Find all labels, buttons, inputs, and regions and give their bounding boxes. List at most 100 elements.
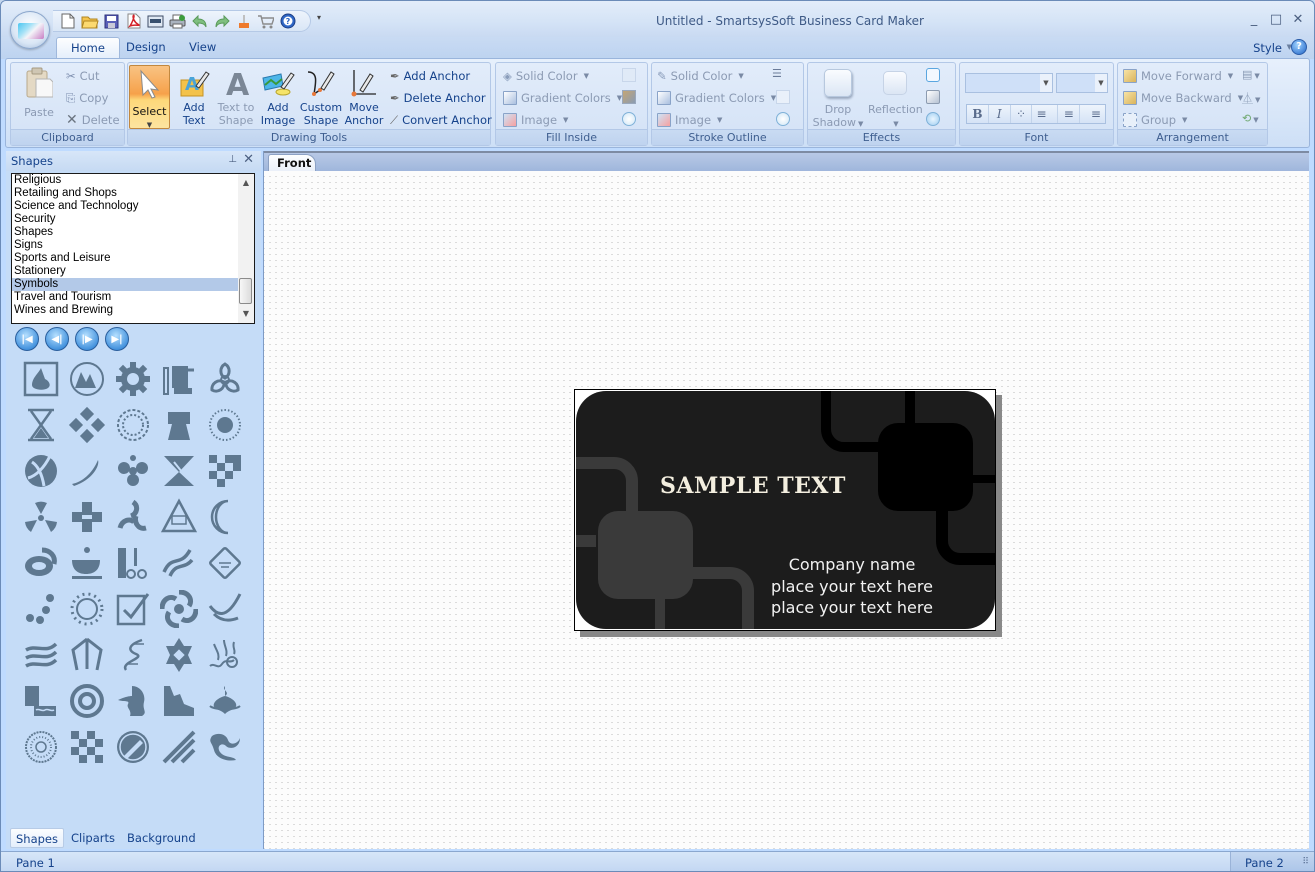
stroke-image-button[interactable]: Image ▼ — [657, 110, 722, 130]
category-item[interactable]: Security — [12, 213, 238, 226]
framed-pear-shape-icon[interactable] — [18, 356, 64, 402]
category-item[interactable]: Wines and Brewing — [12, 304, 238, 317]
shape-glow-button[interactable] — [926, 112, 940, 126]
reflection-button[interactable]: Reflection ▼ — [868, 65, 923, 129]
sunburst-shape-icon[interactable] — [202, 402, 248, 448]
business-card[interactable]: SAMPLE TEXT Company name place your text… — [576, 391, 995, 629]
arrow-arch-shape-icon[interactable] — [64, 632, 110, 678]
pottery-shape-icon[interactable] — [18, 678, 64, 724]
vortex-shape-icon[interactable] — [156, 586, 202, 632]
category-list[interactable]: Religious Retailing and Shops Science and … — [11, 173, 255, 324]
dragon-shape-icon[interactable] — [202, 724, 248, 770]
crescent-shape-icon[interactable] — [202, 494, 248, 540]
radiation-shape-icon[interactable] — [18, 494, 64, 540]
category-item[interactable]: Signs — [12, 239, 238, 252]
tab-cliparts[interactable]: Cliparts — [66, 828, 120, 848]
group-button[interactable]: Group ▼ — [1123, 110, 1187, 130]
sword-shape-icon[interactable] — [64, 448, 110, 494]
card-body-text[interactable]: Company name place your text here place … — [762, 554, 942, 619]
checkerboard-shape-icon[interactable] — [64, 724, 110, 770]
minimize-button[interactable]: _ — [1244, 11, 1264, 29]
stroke-solid-color-button[interactable]: ✎ Solid Color ▼ — [657, 66, 744, 86]
ring-swirl-shape-icon[interactable] — [18, 540, 64, 586]
tribal-face-shape-icon[interactable] — [202, 632, 248, 678]
maximize-button[interactable]: □ — [1266, 11, 1286, 29]
biohazard-shape-icon[interactable] — [202, 356, 248, 402]
silhouette-shape-icon[interactable] — [156, 678, 202, 724]
fill-opacity-button[interactable] — [622, 112, 636, 126]
tab-view[interactable]: View — [175, 37, 230, 59]
style-menu[interactable]: Style — [1253, 41, 1282, 55]
delete-anchor-button[interactable]: ✒ Delete Anchor — [390, 88, 486, 108]
align-center-button[interactable]: ≡ — [1058, 105, 1081, 123]
font-family-select[interactable]: ▼ — [965, 73, 1053, 93]
fist-tower-shape-icon[interactable] — [156, 402, 202, 448]
fill-image-button[interactable]: Image ▼ — [503, 110, 568, 130]
close-panel-icon[interactable]: ✕ — [243, 152, 254, 167]
copy-button[interactable]: ⎘ Copy — [66, 88, 108, 108]
close-button[interactable]: ✕ — [1288, 11, 1308, 29]
swoosh-ball-shape-icon[interactable] — [18, 448, 64, 494]
previous-page-button[interactable]: ◀| — [45, 327, 69, 351]
category-item[interactable]: Sports and Leisure — [12, 252, 238, 265]
book-diamond-shape-icon[interactable] — [202, 540, 248, 586]
tab-design[interactable]: Design — [112, 37, 180, 59]
font-size-select[interactable]: ▼ — [1056, 73, 1108, 93]
scroll-thumb[interactable] — [239, 278, 252, 304]
add-text-button[interactable]: A Add Text — [172, 65, 216, 129]
mountain-circle-shape-icon[interactable] — [64, 356, 110, 402]
triangle-emblem-shape-icon[interactable] — [156, 494, 202, 540]
check-swoosh-shape-icon[interactable] — [202, 586, 248, 632]
move-forward-button[interactable]: Move Forward ▼ — [1123, 66, 1233, 86]
fill-gradient-colors-button[interactable]: Gradient Colors ▼ — [503, 88, 622, 108]
machine-shape-icon[interactable] — [156, 356, 202, 402]
bold-button[interactable]: B — [967, 105, 989, 123]
card-headline[interactable]: SAMPLE TEXT — [660, 473, 846, 499]
teacup-shape-icon[interactable] — [64, 540, 110, 586]
fill-solid-color-button[interactable]: ◈ Solid Color ▼ — [503, 66, 589, 86]
move-backward-button[interactable]: Move Backward ▼ — [1123, 88, 1243, 108]
checker-shape-icon[interactable] — [202, 448, 248, 494]
shape-bevel-button[interactable] — [926, 90, 940, 104]
pin-icon[interactable]: ⊥ — [228, 154, 237, 165]
stroke-opacity-button[interactable] — [776, 112, 790, 126]
last-page-button[interactable]: ▶| — [105, 327, 129, 351]
business-card-frame[interactable]: SAMPLE TEXT Company name place your text… — [574, 389, 996, 631]
flip-icon[interactable]: ⏅ ▼ — [1242, 90, 1260, 106]
stroke-gradient-colors-button[interactable]: Gradient Colors ▼ — [657, 88, 776, 108]
ribbon-help-icon[interactable]: ? — [1291, 39, 1307, 55]
scroll-down-icon[interactable]: ▼ — [238, 307, 254, 321]
four-diamonds-shape-icon[interactable] — [64, 402, 110, 448]
design-canvas[interactable]: SAMPLE TEXT Company name place your text… — [264, 171, 1309, 849]
stroke-color-swatch[interactable] — [776, 90, 790, 104]
mandala-shape-icon[interactable] — [18, 724, 64, 770]
tab-shapes[interactable]: Shapes — [10, 828, 65, 848]
line-style-icon[interactable]: ☰ — [772, 68, 794, 81]
paste-button[interactable]: Paste — [17, 65, 61, 129]
cross-blocks-shape-icon[interactable] — [64, 494, 110, 540]
add-anchor-button[interactable]: ✒ Add Anchor — [390, 66, 470, 86]
tab-home[interactable]: Home — [56, 37, 120, 59]
scroll-up-icon[interactable]: ▲ — [238, 176, 254, 190]
align-objects-icon[interactable]: ▤ ▼ — [1242, 68, 1260, 81]
first-page-button[interactable]: |◀ — [15, 327, 39, 351]
hourglass-shape-icon[interactable] — [18, 402, 64, 448]
aztec-star-shape-icon[interactable] — [156, 632, 202, 678]
gear-shape-icon[interactable] — [110, 356, 156, 402]
move-anchor-button[interactable]: Move Anchor — [342, 65, 386, 129]
hourglass-triangle-shape-icon[interactable] — [156, 448, 202, 494]
fill-texture-button[interactable] — [622, 90, 636, 104]
bulb-swirl-shape-icon[interactable] — [202, 678, 248, 724]
next-page-button[interactable]: |▶ — [75, 327, 99, 351]
fill-color-swatch[interactable] — [622, 68, 636, 82]
custom-shape-button[interactable]: Custom Shape — [299, 65, 343, 129]
category-item[interactable]: Retailing and Shops — [12, 187, 238, 200]
dotted-ring-shape-icon[interactable] — [110, 402, 156, 448]
delete-button[interactable]: ✕ Delete — [66, 110, 120, 130]
category-item[interactable]: Science and Technology — [12, 200, 238, 213]
category-item[interactable]: Travel and Tourism — [12, 291, 238, 304]
tab-background[interactable]: Background — [122, 828, 201, 848]
target-shape-icon[interactable] — [64, 678, 110, 724]
category-item[interactable]: Shapes — [12, 226, 238, 239]
sun-shape-icon[interactable] — [64, 586, 110, 632]
